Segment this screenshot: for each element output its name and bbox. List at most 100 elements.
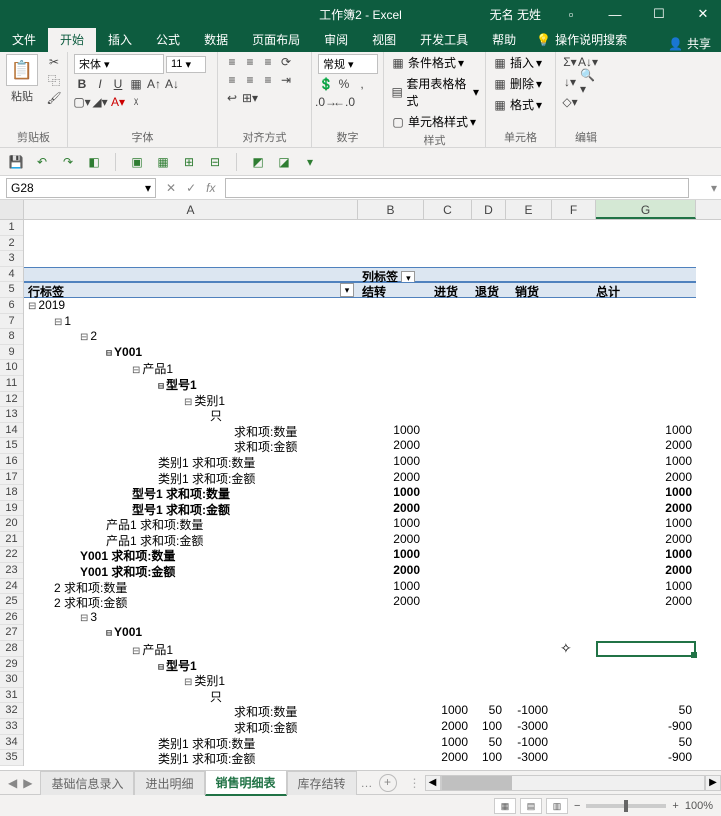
tab-dev[interactable]: 开发工具 [408, 27, 480, 52]
decrease-font-icon[interactable]: A↓ [164, 76, 180, 92]
row-header-8[interactable]: 8 [0, 329, 23, 345]
filter-button[interactable]: ▾ [340, 283, 354, 297]
tab-split-icon[interactable]: ⋮ [409, 776, 421, 790]
row-header-17[interactable]: 17 [0, 470, 23, 486]
table-row[interactable]: Y001 求和项:数量10001000 [24, 547, 721, 563]
row-header-23[interactable]: 23 [0, 563, 23, 579]
comma-icon[interactable]: , [354, 76, 370, 92]
border-dropdown[interactable]: ▢▾ [74, 94, 90, 110]
redo-icon[interactable]: ↷ [60, 154, 76, 170]
font-size-select[interactable]: 11 ▾ [166, 56, 206, 73]
col-header-A[interactable]: A [24, 200, 358, 219]
table-row[interactable]: ⊟3 [24, 610, 721, 626]
row-header-33[interactable]: 33 [0, 719, 23, 735]
table-row[interactable]: 求和项:数量10001000 [24, 423, 721, 439]
qat-icon-8[interactable]: ⊟ [207, 154, 223, 170]
qat-icon-10[interactable]: ◪ [276, 154, 292, 170]
autosum-icon[interactable]: Σ▾ [562, 54, 578, 70]
cell-styles-button[interactable]: ▢单元格样式▾ [390, 113, 476, 130]
increase-decimal-icon[interactable]: .0→ [318, 94, 334, 110]
table-row[interactable]: ⊟Y001 [24, 345, 721, 361]
align-left-icon[interactable]: ≡ [224, 72, 240, 88]
zoom-slider[interactable] [586, 804, 666, 808]
row-header-4[interactable]: 4 [0, 267, 23, 283]
tab-review[interactable]: 审阅 [312, 27, 360, 52]
table-row[interactable]: 型号1 求和项:数量10001000 [24, 485, 721, 501]
tab-insert[interactable]: 插入 [96, 27, 144, 52]
zoom-in-button[interactable]: + [672, 800, 678, 812]
percent-icon[interactable]: % [336, 76, 352, 92]
tab-home[interactable]: 开始 [48, 27, 96, 52]
decrease-decimal-icon[interactable]: ←.0 [336, 94, 352, 110]
table-row[interactable]: ⊟类别1 [24, 672, 721, 688]
table-row[interactable]: 只 [24, 407, 721, 423]
tab-formulas[interactable]: 公式 [144, 27, 192, 52]
row-header-24[interactable]: 24 [0, 579, 23, 595]
col-header-E[interactable]: E [506, 200, 552, 219]
row-header-15[interactable]: 15 [0, 438, 23, 454]
col-header-G[interactable]: G [596, 200, 696, 219]
table-row[interactable] [24, 251, 721, 267]
table-row[interactable]: 类别1 求和项:数量100050-100050 [24, 735, 721, 751]
tell-me-search[interactable]: 💡 操作说明搜索 [528, 27, 635, 52]
number-format-select[interactable]: 常规 ▾ [318, 54, 378, 74]
name-box[interactable]: G28▾ [6, 178, 156, 198]
table-row[interactable]: 只 [24, 688, 721, 704]
share-button[interactable]: 👤 共享 [668, 35, 721, 52]
qat-icon-9[interactable]: ◩ [250, 154, 266, 170]
row-header-7[interactable]: 7 [0, 314, 23, 330]
zoom-handle[interactable] [624, 800, 628, 812]
align-top-icon[interactable]: ≡ [224, 54, 240, 70]
border-button[interactable]: ▦ [128, 76, 144, 92]
row-header-19[interactable]: 19 [0, 501, 23, 517]
conditional-formatting-button[interactable]: ▦条件格式▾ [390, 54, 464, 71]
table-row[interactable]: 求和项:数量100050-100050 [24, 703, 721, 719]
row-header-2[interactable]: 2 [0, 236, 23, 252]
row-header-13[interactable]: 13 [0, 407, 23, 423]
align-right-icon[interactable]: ≡ [260, 72, 276, 88]
table-row[interactable]: 行标签 ▾结转进货退货销货总计 [24, 282, 721, 298]
table-row[interactable]: 2 求和项:数量10001000 [24, 579, 721, 595]
col-header-D[interactable]: D [472, 200, 506, 219]
bold-button[interactable]: B [74, 76, 90, 92]
zoom-level[interactable]: 100% [685, 800, 713, 812]
close-button[interactable]: ✕ [685, 0, 721, 28]
sheet-tab-inventory[interactable]: 库存结转 [287, 771, 357, 795]
row-header-34[interactable]: 34 [0, 735, 23, 751]
formula-bar[interactable] [225, 178, 689, 198]
merge-icon[interactable]: ⊞▾ [242, 90, 258, 106]
row-header-11[interactable]: 11 [0, 376, 23, 392]
hscroll-track[interactable] [441, 775, 705, 791]
row-header-20[interactable]: 20 [0, 516, 23, 532]
increase-font-icon[interactable]: A↑ [146, 76, 162, 92]
row-header-9[interactable]: 9 [0, 345, 23, 361]
enter-formula-icon[interactable]: ✓ [186, 181, 196, 195]
table-row[interactable]: Y001 求和项:金额20002000 [24, 563, 721, 579]
sheet-tab-inout[interactable]: 进出明细 [134, 771, 204, 795]
table-row[interactable]: 类别1 求和项:金额2000100-3000-900 [24, 750, 721, 766]
table-row[interactable] [24, 236, 721, 252]
row-header-12[interactable]: 12 [0, 392, 23, 408]
undo-icon[interactable]: ↶ [34, 154, 50, 170]
new-sheet-button[interactable]: + [379, 774, 397, 792]
phonetic-icon[interactable]: ᵡ [128, 94, 144, 110]
col-header-C[interactable]: C [424, 200, 472, 219]
table-row[interactable]: 2 求和项:金额20002000 [24, 594, 721, 610]
row-header-31[interactable]: 31 [0, 688, 23, 704]
sheet-tab-basic[interactable]: 基础信息录入 [40, 771, 134, 795]
row-header-10[interactable]: 10 [0, 360, 23, 376]
ribbon-options-icon[interactable]: ▫ [553, 0, 589, 28]
clear-icon[interactable]: ◇▾ [562, 94, 578, 110]
save-icon[interactable]: 💾 [8, 154, 24, 170]
italic-button[interactable]: I [92, 76, 108, 92]
data-cells[interactable]: 列标签 ▾行标签 ▾结转进货退货销货总计⊟2019⊟1⊟2⊟Y001⊟产品1⊟型… [24, 220, 721, 766]
align-center-icon[interactable]: ≡ [242, 72, 258, 88]
hscroll-left-button[interactable]: ◀ [425, 775, 441, 791]
row-header-25[interactable]: 25 [0, 594, 23, 610]
qat-icon-4[interactable]: ◧ [86, 154, 102, 170]
qat-icon-7[interactable]: ⊞ [181, 154, 197, 170]
copy-icon[interactable]: ⿻ [46, 72, 62, 88]
align-bottom-icon[interactable]: ≡ [260, 54, 276, 70]
tab-help[interactable]: 帮助 [480, 27, 528, 52]
row-header-16[interactable]: 16 [0, 454, 23, 470]
